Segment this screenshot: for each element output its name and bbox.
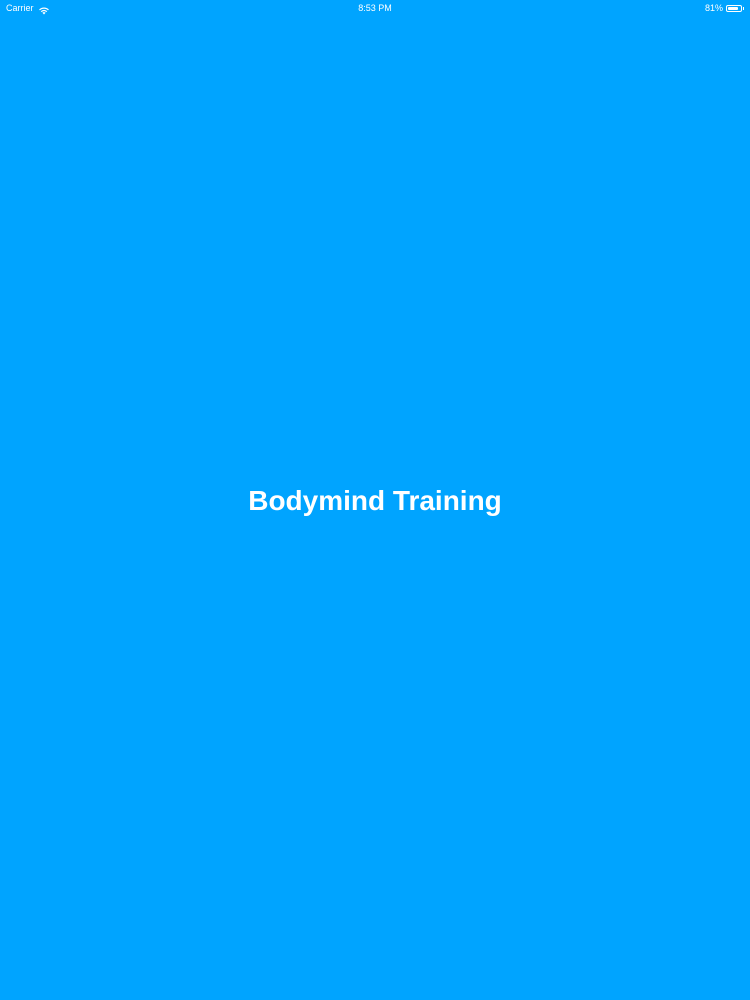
status-time: 8:53 PM: [358, 3, 392, 13]
battery-fill: [728, 6, 738, 10]
status-bar: Carrier 8:53 PM 81%: [0, 0, 750, 16]
battery-icon: [726, 4, 742, 12]
battery-percent: 81%: [704, 3, 723, 13]
splash-title: Bodymind Training: [248, 485, 502, 516]
battery-tip: [743, 6, 744, 10]
status-right: 81%: [705, 0, 744, 16]
